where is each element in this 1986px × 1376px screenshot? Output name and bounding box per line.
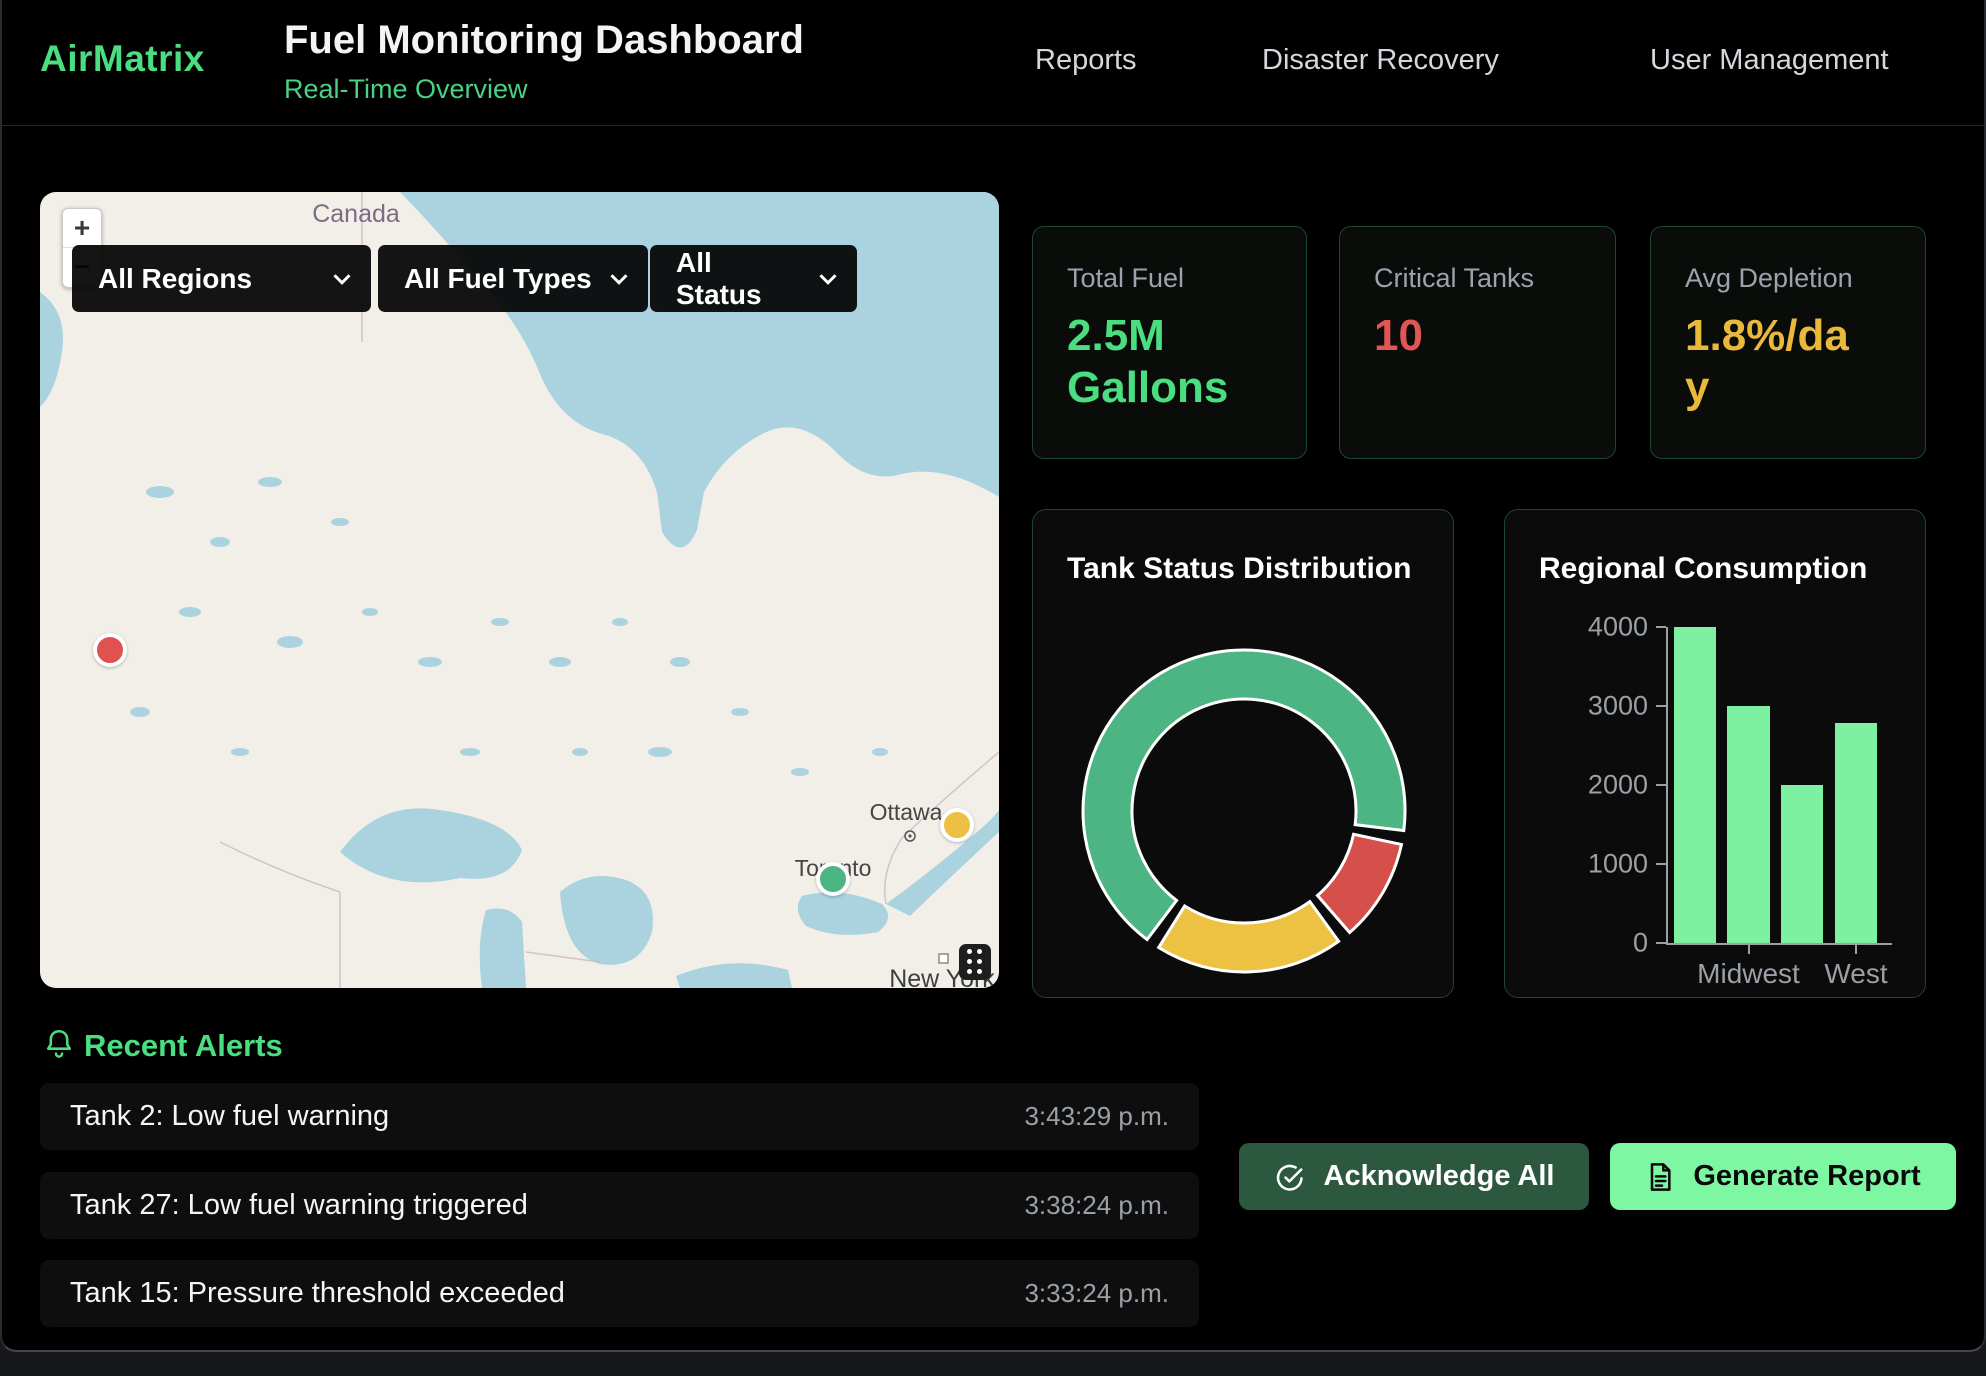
region-filter-value: All Regions xyxy=(98,263,252,295)
consumption-bar xyxy=(1835,723,1878,943)
y-axis-tick xyxy=(1656,863,1666,865)
y-axis-tick xyxy=(1656,784,1666,786)
generate-report-button[interactable]: Generate Report xyxy=(1610,1143,1956,1210)
stat-value: 10 xyxy=(1374,310,1559,362)
alert-row[interactable]: Tank 2: Low fuel warning 3:43:29 p.m. xyxy=(40,1083,1199,1150)
alert-message: Tank 27: Low fuel warning triggered xyxy=(70,1189,528,1222)
chevron-down-icon xyxy=(819,273,837,285)
consumption-bar xyxy=(1674,627,1717,943)
y-axis-tick-label: 0 xyxy=(1538,928,1648,959)
alert-timestamp: 3:38:24 p.m. xyxy=(1024,1190,1169,1221)
newyork-city-square xyxy=(939,954,948,963)
consumption-bar xyxy=(1781,785,1824,943)
x-axis-tick-label: West xyxy=(1824,958,1887,990)
nav-item-disaster-recovery[interactable]: Disaster Recovery xyxy=(1262,44,1499,77)
alert-message: Tank 15: Pressure threshold exceeded xyxy=(70,1277,565,1310)
y-axis-tick xyxy=(1656,626,1666,628)
stat-card-avg-depletion: Avg Depletion 1.8%/day xyxy=(1650,226,1926,459)
map-panel[interactable]: Canada Ottawa Toronto New York + − All R… xyxy=(40,192,999,988)
map-label-canada: Canada xyxy=(312,200,400,228)
stat-card-total-fuel: Total Fuel 2.5M Gallons xyxy=(1032,226,1307,459)
chart-title: Tank Status Distribution xyxy=(1067,552,1411,586)
header: AirMatrix Fuel Monitoring Dashboard Real… xyxy=(2,0,1984,126)
tank-status-card: Tank Status Distribution xyxy=(1032,509,1454,998)
consumption-bar xyxy=(1727,706,1770,943)
stat-label: Total Fuel xyxy=(1067,263,1306,294)
x-axis-tick-label: Midwest xyxy=(1697,958,1800,990)
status-filter-value: All Status xyxy=(676,247,805,311)
tank-marker-warning[interactable] xyxy=(940,808,974,842)
map-filter-bar: All Regions All Fuel Types All Status xyxy=(40,245,999,312)
stat-value: 1.8%/day xyxy=(1685,310,1870,414)
y-axis-tick-label: 1000 xyxy=(1538,849,1648,880)
y-axis-tick xyxy=(1656,942,1666,944)
app-window: AirMatrix Fuel Monitoring Dashboard Real… xyxy=(0,0,1986,1352)
chevron-down-icon xyxy=(610,273,628,285)
alert-timestamp: 3:33:24 p.m. xyxy=(1024,1278,1169,1309)
donut-segment xyxy=(1317,834,1401,932)
x-axis xyxy=(1666,943,1892,945)
y-axis-tick xyxy=(1656,705,1666,707)
alert-timestamp: 3:43:29 p.m. xyxy=(1024,1101,1169,1132)
fuel-type-filter-value: All Fuel Types xyxy=(404,263,592,295)
report-file-icon xyxy=(1645,1161,1675,1193)
stat-label: Critical Tanks xyxy=(1374,263,1615,294)
fuel-type-filter-dropdown[interactable]: All Fuel Types xyxy=(378,245,648,312)
tank-marker-critical[interactable] xyxy=(93,633,127,667)
x-axis-tick xyxy=(1748,945,1750,954)
stat-label: Avg Depletion xyxy=(1685,263,1925,294)
alert-row[interactable]: Tank 27: Low fuel warning triggered 3:38… xyxy=(40,1172,1199,1239)
y-axis-tick-label: 3000 xyxy=(1538,691,1648,722)
tank-marker-normal[interactable] xyxy=(816,862,850,896)
acknowledge-all-button[interactable]: Acknowledge All xyxy=(1239,1143,1589,1210)
recent-alerts-heading: Recent Alerts xyxy=(84,1028,283,1064)
drag-handle-icon[interactable] xyxy=(959,944,991,980)
main-nav: Reports Disaster Recovery User Managemen… xyxy=(2,0,1984,125)
alert-message: Tank 2: Low fuel warning xyxy=(70,1100,389,1133)
regional-consumption-bar-chart: 0 1000 2000 3000 4000 Midwest West xyxy=(1505,510,1927,999)
check-circle-icon xyxy=(1274,1161,1306,1193)
bell-icon xyxy=(42,1026,76,1062)
acknowledge-all-label: Acknowledge All xyxy=(1324,1160,1555,1193)
nav-item-reports[interactable]: Reports xyxy=(1035,44,1137,77)
regional-consumption-card: Regional Consumption 01000200030004000Mi… xyxy=(1504,509,1926,998)
stat-card-critical-tanks: Critical Tanks 10 xyxy=(1339,226,1616,459)
stat-value: 2.5M Gallons xyxy=(1067,310,1252,414)
y-axis-tick-label: 4000 xyxy=(1538,612,1648,643)
region-filter-dropdown[interactable]: All Regions xyxy=(72,245,371,312)
nav-item-user-management[interactable]: User Management xyxy=(1650,44,1889,77)
zoom-in-button[interactable]: + xyxy=(63,209,101,248)
donut-segment xyxy=(1159,902,1339,972)
map-label-ottawa: Ottawa xyxy=(870,799,943,825)
y-axis xyxy=(1666,627,1668,944)
y-axis-tick-label: 2000 xyxy=(1538,770,1648,801)
x-axis-tick xyxy=(1855,945,1857,954)
chevron-down-icon xyxy=(333,273,351,285)
alert-row[interactable]: Tank 15: Pressure threshold exceeded 3:3… xyxy=(40,1260,1199,1327)
status-filter-dropdown[interactable]: All Status xyxy=(650,245,857,312)
generate-report-label: Generate Report xyxy=(1693,1160,1920,1193)
